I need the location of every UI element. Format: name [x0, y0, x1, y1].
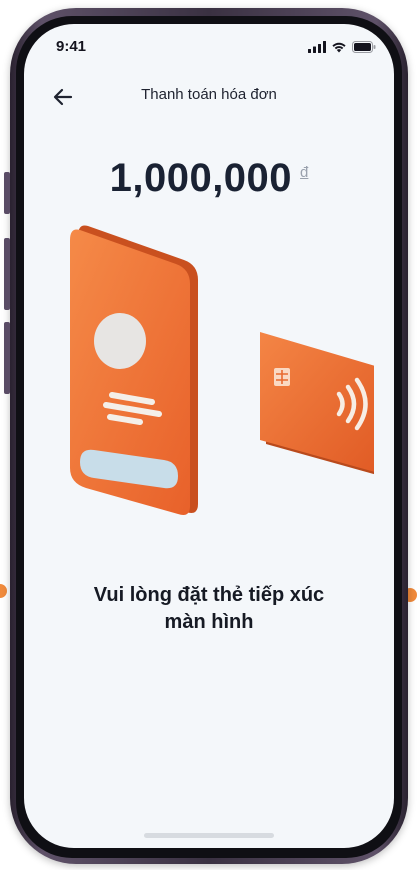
status-time: 9:41 [56, 38, 87, 55]
card-chip-icon [274, 368, 290, 386]
nfc-illustration [70, 225, 374, 515]
instruction-line-1: Vui lòng đặt thẻ tiếp xúc [93, 584, 325, 606]
status-bar: 9:41 [24, 24, 394, 74]
contactless-card-illustration [260, 332, 374, 475]
signal-icon [308, 41, 326, 53]
instruction-line-2: màn hình [164, 611, 254, 633]
nav-bar: Thanh toán hóa đơn [24, 76, 394, 116]
home-indicator [144, 833, 274, 838]
page-title: Thanh toán hóa đơn [141, 86, 277, 103]
wifi-icon [332, 42, 346, 53]
currency-symbol: đ [300, 164, 309, 181]
amount-display: 1,000,000 đ [24, 156, 394, 201]
battery-icon [352, 41, 376, 53]
left-edge-dot [0, 584, 7, 598]
volume-down-button [4, 322, 10, 394]
status-icons [308, 41, 376, 53]
screen: 9:41 Thanh toán hóa đơn 1,000,000 đ Vui … [24, 24, 394, 848]
instruction-text: Vui lòng đặt thẻ tiếp xúc màn hình [54, 582, 364, 636]
payment-amount: 1,000,000 [109, 156, 293, 200]
phone-illustration [70, 225, 198, 515]
volume-up-button [4, 238, 10, 310]
action-button [4, 172, 10, 214]
